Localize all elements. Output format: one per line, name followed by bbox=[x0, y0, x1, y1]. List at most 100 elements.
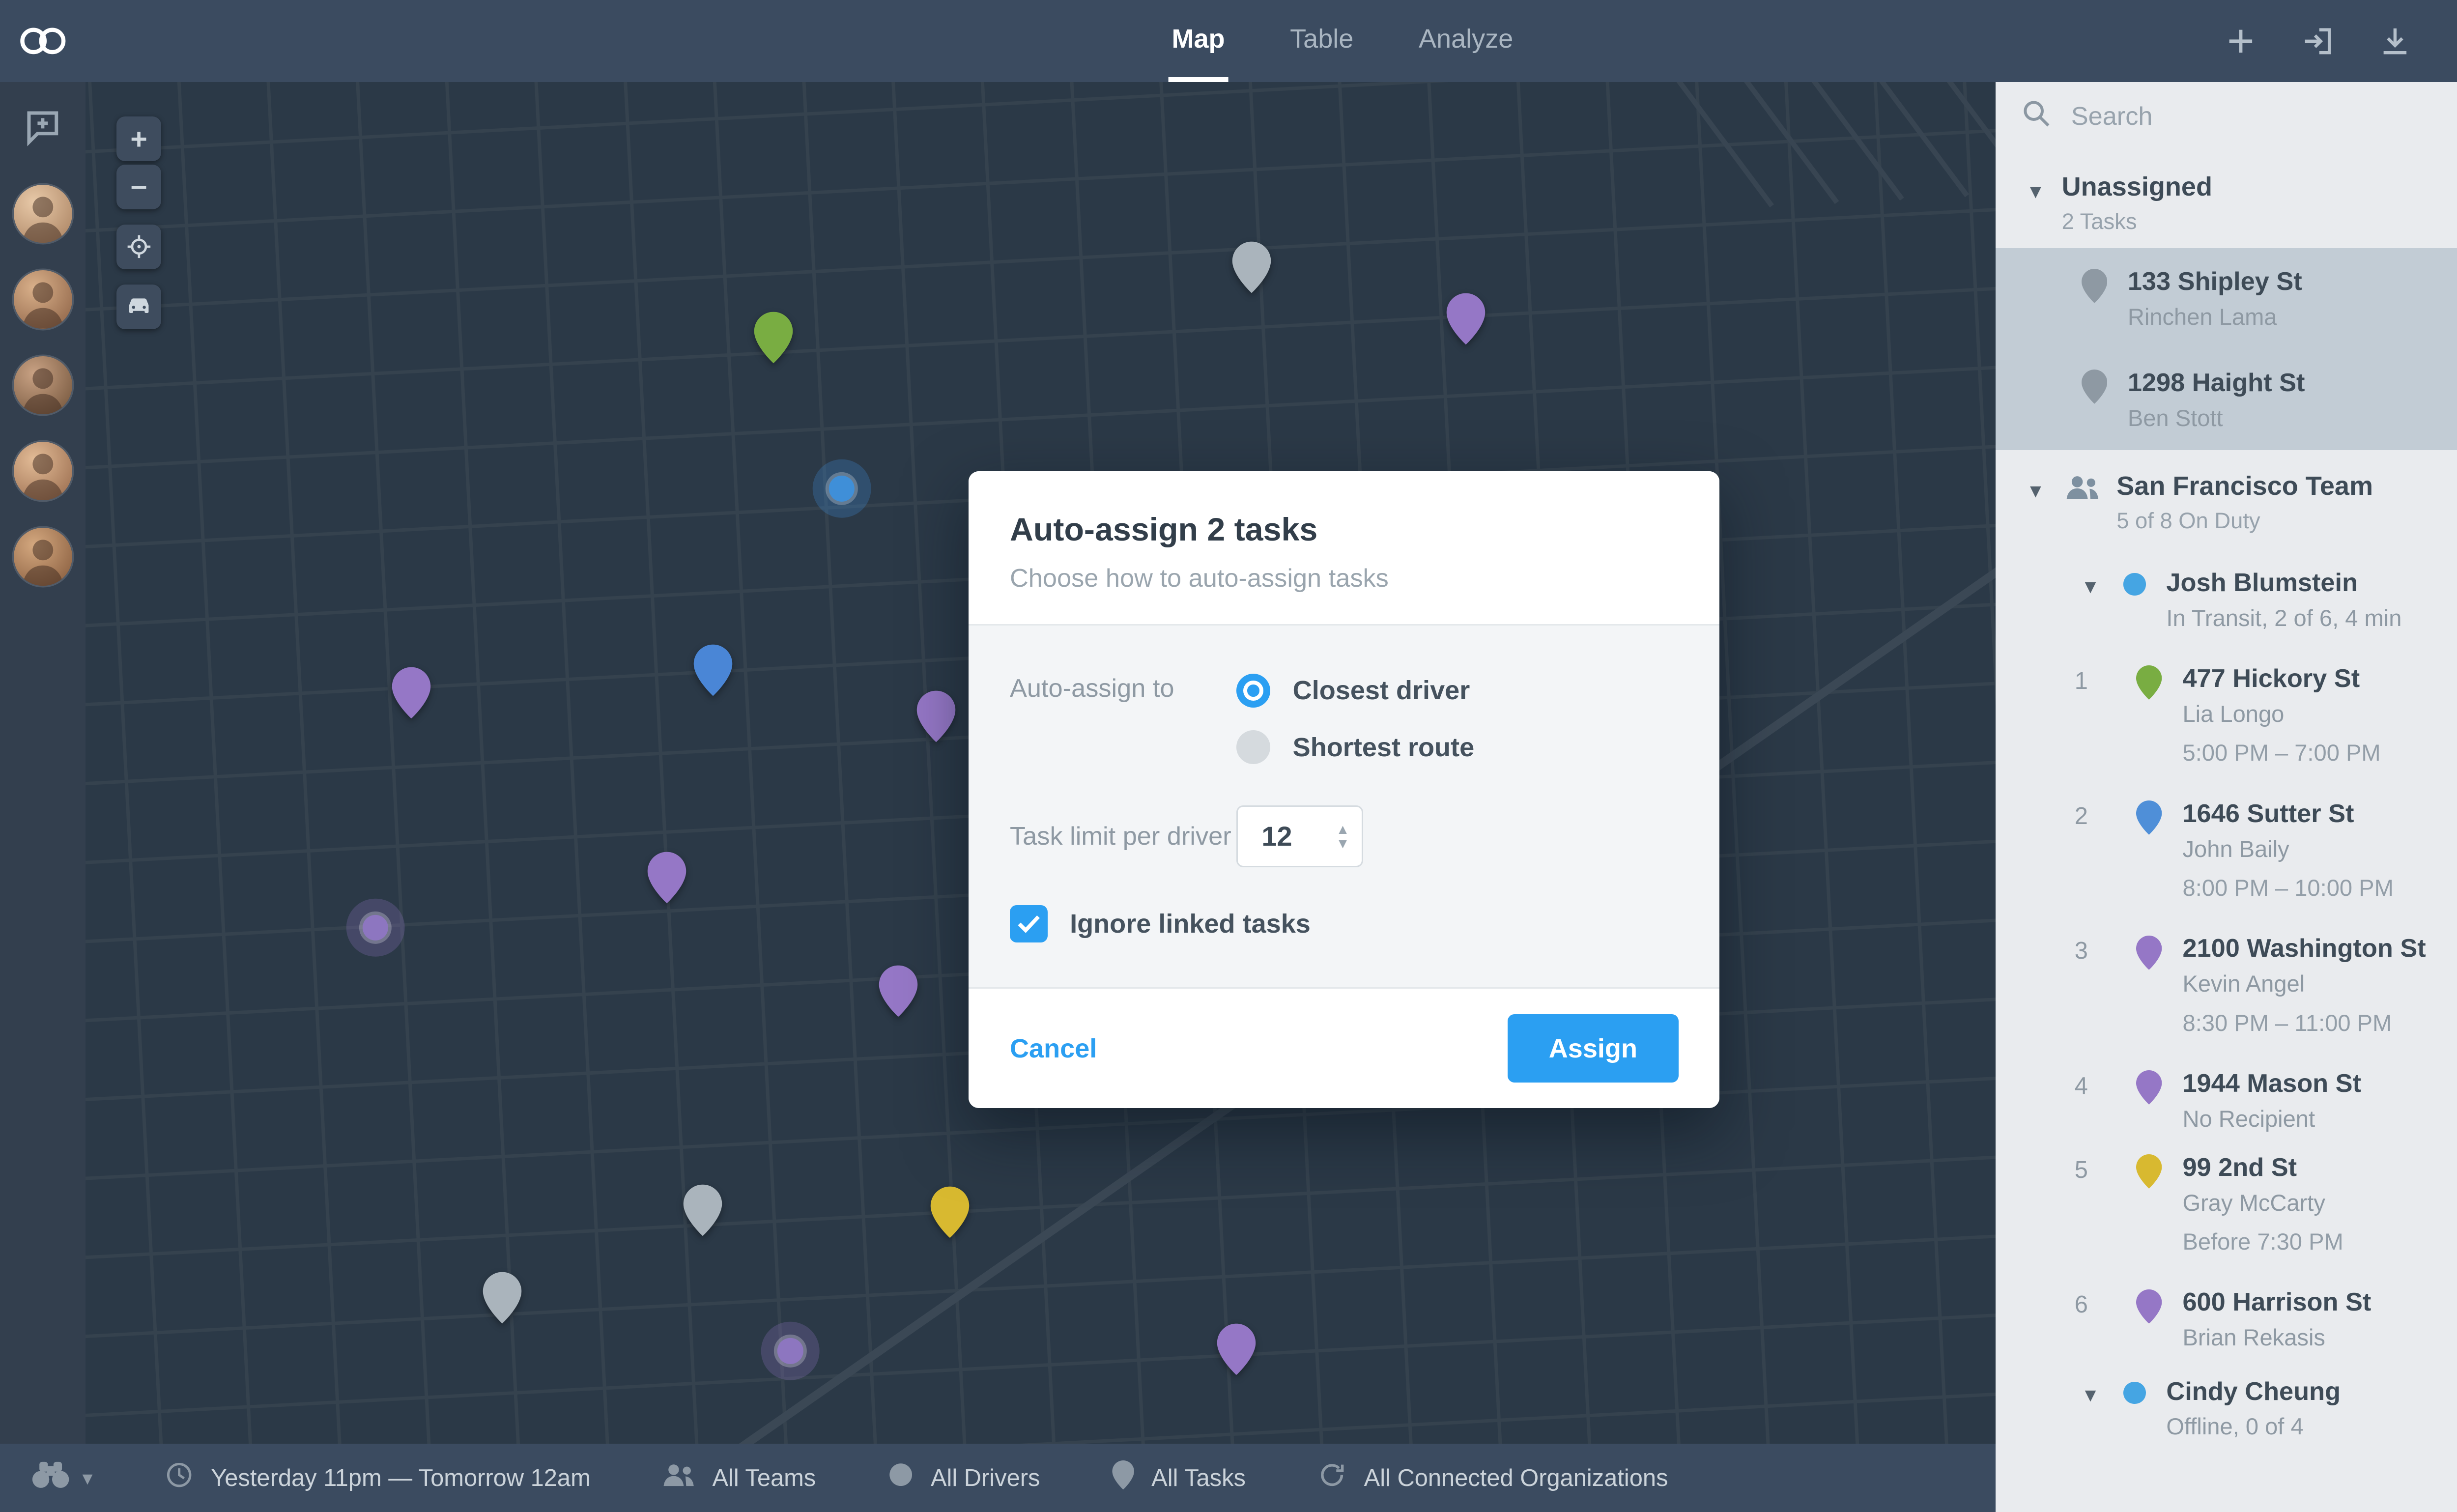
cancel-button[interactable]: Cancel bbox=[1010, 1033, 1097, 1064]
task-pin-icon bbox=[2136, 800, 2162, 841]
closest-driver-option[interactable]: Closest driver bbox=[1236, 673, 1475, 708]
tasks-filter[interactable]: All Tasks bbox=[1112, 1460, 1246, 1495]
task-address: 133 Shipley St bbox=[2127, 267, 2302, 296]
search-input[interactable] bbox=[2067, 100, 2457, 133]
driver-task-row[interactable]: 5 99 2nd St Gray McCarty Before 7:30 PM bbox=[1996, 1137, 2457, 1272]
map-task-pin[interactable] bbox=[647, 852, 686, 904]
tasks-filter-label: All Tasks bbox=[1151, 1464, 1246, 1491]
time-range-filter[interactable]: Yesterday 11pm — Tomorrow 12am bbox=[165, 1460, 591, 1495]
vehicle-layer-button[interactable] bbox=[116, 285, 161, 329]
driver-avatar[interactable] bbox=[13, 356, 72, 415]
task-pin-icon bbox=[2081, 268, 2107, 310]
map-task-pin[interactable] bbox=[879, 965, 918, 1017]
organizations-filter[interactable]: All Connected Organizations bbox=[1317, 1460, 1668, 1495]
map-task-pin[interactable] bbox=[483, 1272, 522, 1324]
unassigned-task-row[interactable]: 133 Shipley St Rinchen Lama bbox=[1996, 248, 2457, 349]
task-pin-icon bbox=[2081, 370, 2107, 410]
driver-avatar[interactable] bbox=[13, 527, 72, 586]
map-task-pin[interactable] bbox=[1232, 241, 1271, 293]
driver-task-row[interactable]: 6 600 Harrison St Brian Rekasis bbox=[1996, 1272, 2457, 1356]
task-number: 5 bbox=[2074, 1156, 2088, 1183]
teams-filter[interactable]: All Teams bbox=[662, 1462, 816, 1493]
map-controls: + − bbox=[116, 116, 161, 329]
bottom-filter-bar: ▾ Yesterday 11pm — Tomorrow 12am All Tea… bbox=[0, 1443, 1996, 1512]
collapse-caret-icon[interactable]: ▾ bbox=[2030, 479, 2041, 501]
unassigned-section-header[interactable]: ▾ Unassigned 2 Tasks bbox=[1996, 151, 2457, 248]
assign-button[interactable]: Assign bbox=[1508, 1014, 1679, 1083]
new-message-icon[interactable] bbox=[22, 106, 63, 154]
driver-name: Cindy Cheung bbox=[2166, 1377, 2341, 1406]
search-bar: ▾ bbox=[1996, 82, 2457, 151]
map-task-pin[interactable] bbox=[916, 691, 956, 742]
task-time-window: 5:00 PM – 7:00 PM bbox=[2182, 740, 2381, 766]
map-task-pin[interactable] bbox=[1446, 293, 1486, 345]
settings-gear-icon[interactable] bbox=[2455, 24, 2457, 58]
pin-icon bbox=[1112, 1460, 1134, 1495]
collapse-caret-icon[interactable]: ▾ bbox=[2030, 180, 2041, 202]
onfleet-logo-icon[interactable] bbox=[0, 26, 86, 57]
download-icon[interactable] bbox=[2378, 24, 2412, 58]
task-window-row: Before 7:30 PM bbox=[1996, 1221, 2457, 1272]
map-task-pin[interactable] bbox=[683, 1184, 722, 1236]
collapse-caret-icon[interactable]: ▾ bbox=[2085, 1383, 2096, 1405]
task-number: 4 bbox=[2074, 1072, 2088, 1099]
drivers-filter[interactable]: All Drivers bbox=[888, 1462, 1040, 1493]
topbar: Map Table Analyze bbox=[0, 0, 2457, 83]
zoom-out-button[interactable]: − bbox=[116, 164, 161, 209]
driver-task-row[interactable]: 2 1646 Sutter St John Baily 8:38 PM 8:00… bbox=[1996, 783, 2457, 918]
locate-button[interactable] bbox=[116, 225, 161, 269]
tab-map[interactable]: Map bbox=[1168, 0, 1228, 83]
task-limit-value[interactable] bbox=[1237, 819, 1336, 854]
unassigned-title: Unassigned bbox=[2061, 171, 2213, 201]
map-task-pin[interactable] bbox=[693, 644, 733, 696]
driver-task-row[interactable]: 1 477 Hickory St Lia Longo 8:26 PM 5:00 … bbox=[1996, 649, 2457, 784]
driver-avatar[interactable] bbox=[13, 270, 72, 329]
chevron-down-icon: ▾ bbox=[82, 1466, 93, 1489]
driver-avatar[interactable] bbox=[13, 184, 72, 243]
search-icon bbox=[2022, 99, 2051, 134]
radio-icon[interactable] bbox=[1236, 673, 1271, 708]
map-view-switcher[interactable]: ▾ bbox=[31, 1460, 93, 1495]
driver-task-row[interactable]: 3 2100 Washington St Kevin Angel 8:45 PM… bbox=[1996, 918, 2457, 1054]
team-section-header[interactable]: ▾ San Francisco Team 5 of 8 On Duty bbox=[1996, 450, 2457, 547]
collapse-caret-icon[interactable]: ▾ bbox=[2085, 574, 2096, 597]
task-recipient: Gray McCarty bbox=[2182, 1189, 2325, 1216]
tab-analyze[interactable]: Analyze bbox=[1415, 0, 1516, 82]
map-task-pin[interactable] bbox=[392, 667, 431, 718]
task-address: 477 Hickory St bbox=[2182, 664, 2360, 693]
driver-task-row[interactable]: 4 1944 Mason St No Recipient bbox=[1996, 1053, 2457, 1137]
checkbox-icon[interactable] bbox=[1010, 905, 1048, 943]
task-recipient: Ben Stott bbox=[2127, 404, 2223, 431]
stepper-icons[interactable]: ▲ ▼ bbox=[1336, 822, 1350, 851]
radio-icon[interactable] bbox=[1236, 730, 1271, 765]
import-icon[interactable] bbox=[2301, 24, 2335, 58]
unassigned-task-row[interactable]: 1298 Haight St Ben Stott bbox=[1996, 349, 2457, 451]
teams-icon bbox=[662, 1462, 695, 1493]
organizations-filter-label: All Connected Organizations bbox=[1364, 1464, 1668, 1491]
topbar-actions: ? bbox=[2224, 24, 2457, 58]
map-task-pin[interactable] bbox=[753, 312, 793, 364]
task-recipient: John Baily bbox=[2182, 835, 2289, 862]
driver-row[interactable]: ▾ Cindy Cheung Offline, 0 of 4 bbox=[1996, 1356, 2457, 1457]
shortest-route-option[interactable]: Shortest route bbox=[1236, 730, 1474, 765]
task-recipient: No Recipient bbox=[2182, 1105, 2315, 1132]
driver-avatar[interactable] bbox=[13, 442, 72, 500]
driver-task-list: 1 477 Hickory St Lia Longo 8:26 PM 5:00 … bbox=[1996, 649, 2457, 1356]
main-tabs: Map Table Analyze bbox=[1168, 0, 1516, 83]
ignore-linked-option[interactable]: Ignore linked tasks bbox=[1010, 905, 1679, 943]
add-icon[interactable] bbox=[2224, 24, 2258, 58]
driver-row[interactable]: ▾ Josh Blumstein In Transit, 2 of 6, 4 m… bbox=[1996, 547, 2457, 649]
zoom-in-button[interactable]: + bbox=[116, 116, 161, 161]
task-recipient: Kevin Angel bbox=[2182, 970, 2305, 997]
driver-dot-icon bbox=[888, 1462, 914, 1493]
map-task-pin[interactable] bbox=[930, 1186, 970, 1238]
task-number: 1 bbox=[2074, 667, 2088, 694]
task-number: 6 bbox=[2074, 1291, 2088, 1318]
task-pin-icon bbox=[2136, 935, 2162, 976]
task-limit-input[interactable]: ▲▼ bbox=[1236, 805, 1363, 867]
clock-icon bbox=[165, 1460, 194, 1495]
checkbox-label: Ignore linked tasks bbox=[1070, 909, 1311, 939]
tab-table[interactable]: Table bbox=[1286, 0, 1357, 82]
task-address: 99 2nd St bbox=[2182, 1153, 2297, 1182]
map-task-pin[interactable] bbox=[1216, 1323, 1256, 1375]
